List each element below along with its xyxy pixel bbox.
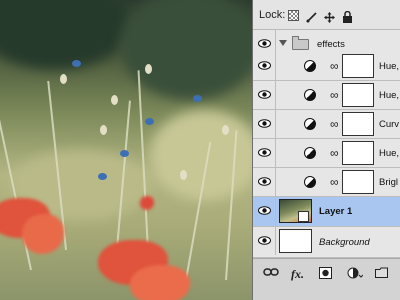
adjustment-circle-icon — [304, 89, 316, 101]
layer-name: Hue, — [379, 148, 400, 159]
red-poppy — [22, 214, 64, 254]
smart-object-badge-icon — [298, 211, 309, 222]
layer-name: Hue, — [379, 61, 400, 72]
adjustment-layer-row[interactable]: ∞ Hue, — [253, 52, 400, 81]
visibility-toggle[interactable] — [255, 110, 276, 138]
layer-mask-thumbnail[interactable] — [342, 112, 374, 136]
folder-icon — [292, 36, 309, 50]
eye-icon — [258, 90, 271, 99]
layer-mask-thumbnail[interactable] — [342, 170, 374, 194]
adjustment-layer-icon[interactable] — [347, 267, 364, 281]
adjustment-layer-row[interactable]: ∞ Curv — [253, 110, 400, 139]
layer-mask-thumbnail[interactable] — [342, 54, 374, 78]
add-mask-icon[interactable] — [319, 267, 332, 281]
adjustment-circle-icon — [304, 147, 316, 159]
cornflower — [98, 173, 107, 180]
layers-panel: Lock: effects ∞ Hue, ∞ Hue, ∞ Curv ∞ Hue… — [252, 0, 400, 300]
chain-link-icon[interactable]: ∞ — [330, 59, 339, 73]
flower-bud — [100, 125, 107, 135]
lock-label: Lock: — [259, 9, 286, 21]
layer-name: Hue, — [379, 90, 400, 101]
layer-row-selected[interactable]: Layer 1 — [253, 197, 400, 227]
layer-name: Background — [319, 237, 370, 248]
cornflower — [72, 60, 81, 67]
eye-icon — [258, 177, 271, 186]
cornflower — [120, 150, 129, 157]
adjustment-layer-row[interactable]: ∞ Hue, — [253, 81, 400, 110]
lock-transparent-icon[interactable] — [288, 10, 299, 21]
flower-bud — [222, 125, 229, 135]
flower-bud — [180, 170, 187, 180]
move-icon[interactable] — [324, 10, 335, 23]
visibility-toggle[interactable] — [255, 168, 276, 196]
adjustment-circle-icon — [304, 176, 316, 188]
eye-icon — [258, 206, 271, 215]
layer-thumbnail[interactable] — [279, 229, 312, 253]
brush-icon[interactable] — [306, 10, 317, 23]
flower-bud — [145, 64, 152, 74]
red-poppy — [130, 265, 190, 300]
eye-icon — [258, 236, 271, 245]
visibility-toggle[interactable] — [255, 139, 276, 167]
layer-name: Brigl — [379, 177, 399, 188]
adjustment-circle-icon — [304, 118, 316, 130]
folder-icon[interactable] — [375, 267, 388, 281]
link-layers-icon[interactable] — [263, 267, 279, 281]
visibility-toggle[interactable] — [255, 227, 276, 255]
chain-link-icon[interactable]: ∞ — [330, 146, 339, 160]
layer-name: Curv — [379, 119, 400, 130]
chain-link-icon[interactable]: ∞ — [330, 117, 339, 131]
bg-foliage — [0, 0, 130, 70]
fx-button[interactable]: fx. — [291, 267, 304, 281]
flower-bud — [111, 95, 118, 105]
disclosure-arrow-icon[interactable] — [279, 40, 287, 46]
visibility-toggle[interactable] — [255, 81, 276, 109]
adjustment-layer-row[interactable]: ∞ Brigl — [253, 168, 400, 197]
adjustment-circle-icon — [304, 60, 316, 72]
flower-bud — [60, 74, 67, 84]
layer-name: Layer 1 — [319, 206, 353, 217]
visibility-toggle[interactable] — [255, 197, 276, 225]
eye-icon — [258, 61, 271, 70]
layer-mask-thumbnail[interactable] — [342, 141, 374, 165]
padlock-icon[interactable] — [342, 10, 353, 23]
background-layer-row[interactable]: Background — [253, 227, 400, 258]
layers-bottom-toolbar: fx. — [253, 258, 400, 300]
lock-bar: Lock: — [253, 0, 400, 30]
cornflower — [193, 95, 202, 102]
red-poppy — [140, 196, 154, 210]
chain-link-icon[interactable]: ∞ — [330, 88, 339, 102]
eye-icon — [258, 148, 271, 157]
layer-name: effects — [317, 39, 345, 50]
eye-icon — [258, 119, 271, 128]
cornflower — [145, 118, 154, 125]
adjustment-layer-row[interactable]: ∞ Hue, — [253, 139, 400, 168]
layer-mask-thumbnail[interactable] — [342, 83, 374, 107]
chain-link-icon[interactable]: ∞ — [330, 175, 339, 189]
photo-canvas[interactable] — [0, 0, 252, 300]
visibility-toggle[interactable] — [255, 52, 276, 80]
eye-icon — [258, 39, 271, 48]
